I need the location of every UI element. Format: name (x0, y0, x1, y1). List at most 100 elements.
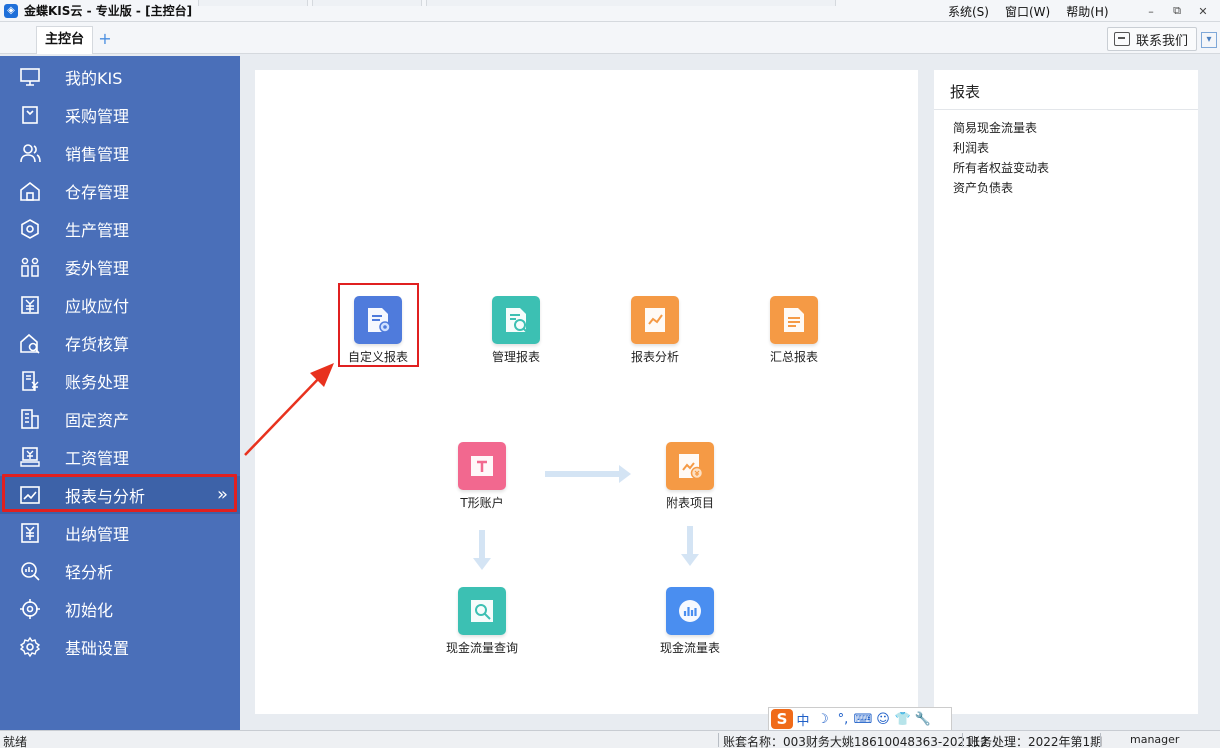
chat-icon (1114, 32, 1130, 46)
sidebar-item-sales[interactable]: 销售管理 (0, 134, 240, 172)
report-function-canvas (255, 70, 918, 714)
function-label: 管理报表 (491, 350, 540, 364)
close-button[interactable]: ✕ (1190, 5, 1216, 18)
purchase-icon (18, 104, 42, 126)
panel-divider (934, 109, 1198, 110)
flow-arrow-down (681, 526, 699, 566)
sidebar-item-my-kis[interactable]: 我的KIS (0, 58, 240, 96)
report-link[interactable]: 所有者权益变动表 (953, 158, 1049, 178)
restore-button[interactable]: ⧉ (1164, 4, 1190, 18)
settings-gear-icon (18, 636, 42, 658)
menu-window[interactable]: 窗口(W) (1005, 3, 1050, 20)
sidebar-item-label: 工资管理 (65, 449, 130, 468)
tab-row: 主控台 + 联系我们 ▾ (0, 22, 1220, 54)
sidebar-item-label: 账务处理 (65, 373, 130, 392)
summary-report-icon (770, 296, 818, 344)
payroll-icon (18, 446, 42, 468)
add-tab-button[interactable]: + (96, 30, 114, 48)
receivable-icon (18, 294, 42, 316)
function-label: 附表项目 (665, 496, 714, 510)
schedule-item-button[interactable]: 附表项目 (640, 442, 740, 511)
sidebar-item-label: 出纳管理 (65, 525, 130, 544)
sidebar-item-inventory[interactable]: 存货核算 (0, 324, 240, 362)
sidebar-item-report-analysis[interactable]: 报表与分析 » (0, 476, 240, 514)
pointer-arrow-icon (244, 363, 334, 456)
report-analysis-button[interactable]: 报表分析 (605, 296, 705, 365)
function-label: T形账户 (460, 496, 504, 510)
chevron-right-icon: » (216, 484, 228, 505)
sidebar-item-label: 报表与分析 (65, 487, 146, 506)
function-label: 现金流量表 (659, 641, 720, 655)
title-tab-stub (198, 0, 309, 6)
light-analysis-icon (18, 560, 42, 582)
right-edge-strip (1205, 56, 1220, 730)
report-chart-icon (18, 484, 42, 506)
manage-report-button[interactable]: 管理报表 (466, 296, 566, 365)
title-bar: ◈ 金蝶KIS云 - 专业版 - [主控台] 系统(S) 窗口(W) 帮助(H)… (0, 0, 1220, 22)
sidebar-item-purchase[interactable]: 采购管理 (0, 96, 240, 134)
minimize-button[interactable]: – (1138, 5, 1164, 18)
skin-shirt-icon[interactable]: 👕 (893, 712, 913, 727)
flow-arrow-right (545, 465, 631, 483)
cashflow-query-icon (458, 587, 506, 635)
title-tab-stub (312, 0, 423, 6)
outsourcing-icon (18, 256, 42, 278)
function-label: 汇总报表 (769, 350, 818, 364)
punctuation-icon[interactable]: °, (833, 712, 853, 727)
sidebar-item-production[interactable]: 生产管理 (0, 210, 240, 248)
sidebar-item-cashier[interactable]: 出纳管理 (0, 514, 240, 552)
cashflow-statement-button[interactable]: 现金流量表 (640, 587, 740, 656)
app-logo-icon: ◈ (4, 3, 18, 18)
initialize-icon (18, 598, 42, 620)
title-tab-stub (426, 0, 837, 6)
sidebar-item-accounting[interactable]: 账务处理 (0, 362, 240, 400)
sogou-logo-icon[interactable]: S (771, 709, 793, 729)
custom-report-icon (354, 296, 402, 344)
t-account-button[interactable]: T形账户 (432, 442, 532, 511)
chinese-mode-icon[interactable]: 中 (793, 710, 813, 729)
sidebar-item-receivable[interactable]: 应收应付 (0, 286, 240, 324)
sidebar-item-initialize[interactable]: 初始化 (0, 590, 240, 628)
sidebar-item-payroll[interactable]: 工资管理 (0, 438, 240, 476)
sales-icon (18, 142, 42, 164)
report-list-panel: 报表 简易现金流量表 利润表 所有者权益变动表 资产负债表 (934, 70, 1198, 714)
function-label: 报表分析 (630, 350, 679, 364)
menu-bar: 系统(S) 窗口(W) 帮助(H) (948, 0, 1125, 22)
summary-report-button[interactable]: 汇总报表 (744, 296, 844, 365)
sidebar-item-label: 基础设置 (65, 639, 130, 658)
dropdown-toggle-button[interactable]: ▾ (1201, 32, 1217, 48)
contact-us-button[interactable]: 联系我们 (1107, 27, 1198, 51)
custom-report-button[interactable]: 自定义报表 (328, 296, 428, 365)
sidebar-item-label: 初始化 (65, 601, 114, 620)
warehouse-icon (18, 180, 42, 202)
sidebar-item-label: 应收应付 (65, 297, 130, 316)
sidebar-item-label: 我的KIS (65, 69, 123, 88)
fixed-asset-icon (18, 408, 42, 430)
cashier-icon (18, 522, 42, 544)
title-tab-stubs (198, 0, 840, 22)
ime-toolbar: S 中 ☽ °, ⌨ ☺ 👕 🔧 (768, 707, 952, 731)
menu-system[interactable]: 系统(S) (948, 3, 989, 20)
production-icon (18, 218, 42, 240)
window-controls: – ⧉ ✕ (1138, 0, 1216, 22)
contact-us-label: 联系我们 (1136, 33, 1189, 49)
t-account-icon (458, 442, 506, 490)
keyboard-icon[interactable]: ⌨ (853, 712, 873, 727)
sidebar-item-outsourcing[interactable]: 委外管理 (0, 248, 240, 286)
sidebar-item-light-analysis[interactable]: 轻分析 (0, 552, 240, 590)
status-divider (962, 733, 963, 747)
moon-icon[interactable]: ☽ (813, 712, 833, 727)
tab-main-console[interactable]: 主控台 (36, 26, 94, 54)
flow-arrow-down (473, 530, 491, 570)
sidebar-item-basic-settings[interactable]: 基础设置 (0, 628, 240, 666)
report-link[interactable]: 利润表 (953, 138, 1049, 158)
wrench-icon[interactable]: 🔧 (913, 712, 933, 727)
report-link[interactable]: 简易现金流量表 (953, 118, 1049, 138)
sidebar-item-warehouse[interactable]: 仓存管理 (0, 172, 240, 210)
user-icon[interactable]: ☺ (873, 712, 893, 727)
cashflow-query-button[interactable]: 现金流量查询 (432, 587, 532, 656)
function-label: 现金流量查询 (445, 641, 518, 655)
report-link[interactable]: 资产负债表 (953, 178, 1049, 198)
menu-help[interactable]: 帮助(H) (1066, 3, 1108, 20)
sidebar-item-fixed-asset[interactable]: 固定资产 (0, 400, 240, 438)
